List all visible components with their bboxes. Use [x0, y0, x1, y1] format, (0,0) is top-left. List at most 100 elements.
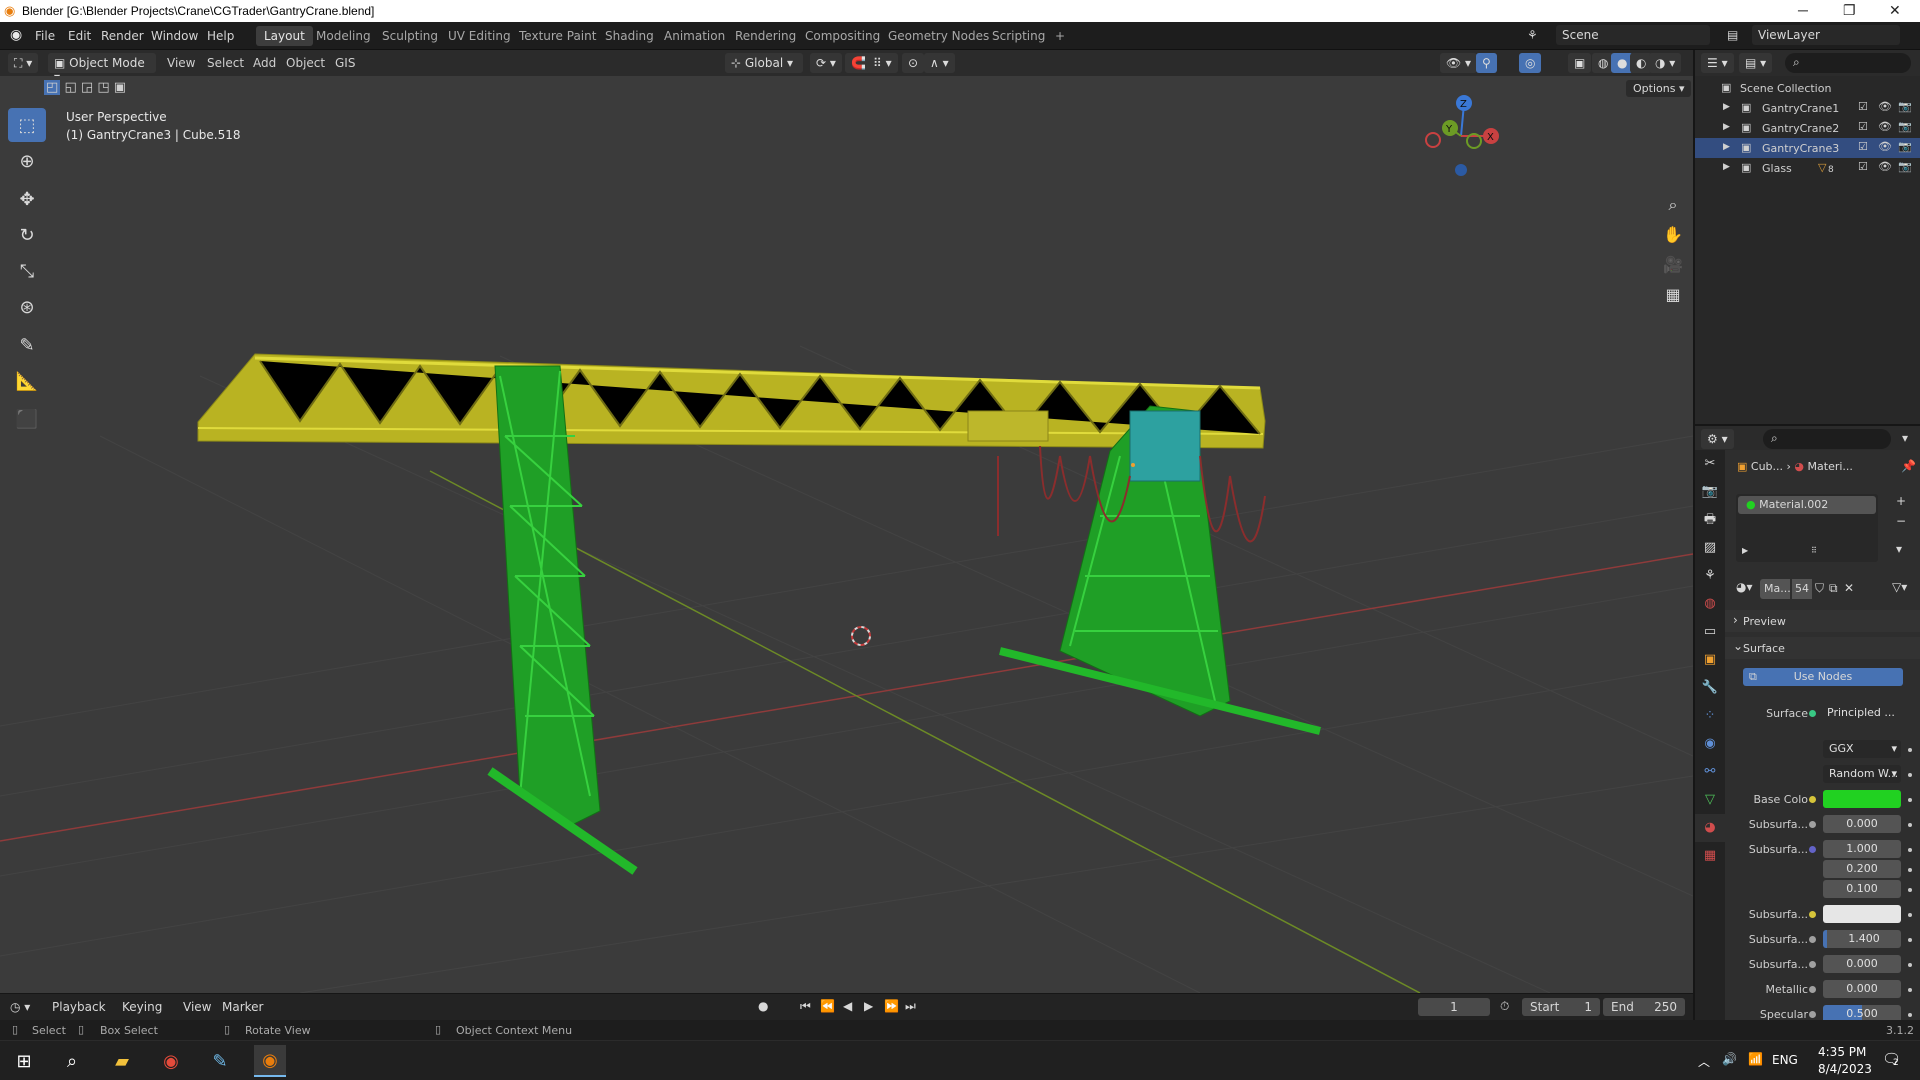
menu-help[interactable]: Help [207, 29, 234, 43]
pivot-point-icon[interactable]: ⟳ ▾ [810, 53, 842, 73]
pin-icon[interactable]: 📌 [1901, 459, 1916, 473]
select-invert-icon[interactable]: ◳ [97, 80, 109, 95]
camera-icon[interactable]: 📷 [1898, 160, 1912, 173]
outliner-row-glass[interactable]: ▶ ▣ Glass ▽ 8 ☑ 👁 📷 [1695, 158, 1920, 178]
outliner-editor-icon[interactable]: ☰ ▾ [1701, 53, 1734, 73]
menu-timeline-view[interactable]: View [183, 1000, 211, 1014]
preview-chevron-icon[interactable]: › [1733, 613, 1738, 627]
play-reverse-icon[interactable]: ◀ [843, 999, 852, 1013]
record-icon[interactable]: ● [758, 999, 768, 1013]
outliner-row-gantrycrane2[interactable]: ▶ ▣ GantryCrane2 ☑ 👁 📷 [1695, 118, 1920, 138]
remove-slot-button[interactable]: − [1896, 514, 1906, 528]
metallic-field[interactable]: 0.000 [1823, 980, 1901, 998]
chrome-icon[interactable]: ◉ [155, 1045, 187, 1077]
slot-specials-icon[interactable]: ▾ [1896, 542, 1902, 556]
fake-user-shield-icon[interactable]: ⛉ [1815, 581, 1824, 596]
select-box-tool-icon[interactable]: ⬚ [8, 108, 46, 142]
camera-view-icon[interactable]: 🎥 [1660, 252, 1686, 278]
surface-chevron-icon[interactable]: ⌄ [1733, 639, 1743, 653]
keyframe-dot-icon[interactable] [1908, 913, 1912, 917]
clock-date[interactable]: 8/4/2023 [1818, 1062, 1872, 1076]
ortho-grid-icon[interactable]: ▦ [1660, 282, 1686, 308]
menu-file[interactable]: File [35, 29, 55, 43]
tab-sculpting[interactable]: Sculpting [374, 26, 446, 46]
keyframe-dot-icon[interactable] [1908, 773, 1912, 777]
rendered-shading-icon[interactable]: ◑ ▾ [1649, 53, 1682, 73]
maximize-button[interactable]: ❐ [1843, 2, 1856, 19]
scene-field[interactable]: Scene [1556, 25, 1710, 45]
preview-panel-header[interactable]: › Preview [1725, 610, 1920, 632]
duplicate-material-icon[interactable]: ⧉ [1829, 581, 1838, 596]
windows-start-icon[interactable]: ⊞ [8, 1045, 40, 1077]
list-expand-icon[interactable]: ▶ [1742, 546, 1748, 555]
output-tab-icon[interactable]: 🖶 [1695, 506, 1725, 534]
subsurface-radius-y[interactable]: 0.200 [1823, 860, 1901, 878]
scale-tool-icon[interactable]: ⤡ [8, 254, 46, 288]
eye-icon[interactable]: 👁 [1878, 120, 1892, 133]
outliner-row-gantrycrane1[interactable]: ▶ ▣ GantryCrane1 ☑ 👁 📷 [1695, 98, 1920, 118]
eye-icon[interactable]: 👁 [1878, 140, 1892, 153]
material-tab-icon[interactable]: ◕ [1695, 814, 1725, 842]
keyframe-dot-icon[interactable] [1908, 888, 1912, 892]
keyframe-dot-icon[interactable] [1908, 1013, 1912, 1017]
expand-arrow-icon[interactable]: ▶ [1723, 142, 1730, 152]
tool-tab-icon[interactable]: ✂ [1695, 450, 1725, 478]
object-tab-icon[interactable]: ▣ [1695, 646, 1725, 674]
display-mode-icon[interactable]: ▤ ▾ [1739, 53, 1773, 73]
tab-animation[interactable]: Animation [656, 26, 733, 46]
menu-add[interactable]: Add [253, 56, 276, 70]
blender-menu-icon[interactable]: ◉ [10, 27, 22, 43]
tray-chevron-icon[interactable]: ︿ [1698, 1053, 1710, 1070]
menu-gis[interactable]: GIS [335, 56, 355, 70]
clock-time[interactable]: 4:35 PM [1818, 1045, 1866, 1059]
expand-arrow-icon[interactable]: ▶ [1723, 162, 1730, 172]
viewport-canvas[interactable] [0, 76, 1693, 993]
timeline-editor-icon[interactable]: ◷ ▾ [10, 1000, 30, 1014]
camera-icon[interactable]: 📷 [1898, 120, 1912, 133]
menu-window[interactable]: Window [151, 29, 198, 43]
keyframe-dot-icon[interactable] [1908, 963, 1912, 967]
menu-select[interactable]: Select [207, 56, 244, 70]
play-icon[interactable]: ▶ [864, 999, 873, 1013]
scene-tab-icon[interactable]: ⚘ [1695, 562, 1725, 590]
menu-render[interactable]: Render [101, 29, 144, 43]
visibility-icon[interactable]: 👁 ▾ [1440, 53, 1478, 73]
volume-icon[interactable]: 🔊 [1722, 1052, 1737, 1066]
current-frame-field[interactable]: 1 [1418, 998, 1490, 1016]
transform-tool-icon[interactable]: ⊛ [8, 290, 46, 324]
material-name-field[interactable]: Ma... [1760, 579, 1791, 599]
cursor-tool-icon[interactable]: ⊕ [8, 144, 46, 178]
eye-icon[interactable]: 👁 [1878, 100, 1892, 113]
eye-icon[interactable]: 👁 [1878, 160, 1892, 173]
add-workspace-button[interactable]: + [1047, 26, 1073, 46]
tab-scripting[interactable]: Scripting [984, 26, 1053, 46]
scene-collection-row[interactable]: ▣ Scene Collection [1695, 78, 1920, 98]
tab-compositing[interactable]: Compositing [797, 26, 888, 46]
keyframe-dot-icon[interactable] [1908, 938, 1912, 942]
clock-icon[interactable]: ⏱ [1500, 999, 1509, 1014]
select-extend-icon[interactable]: ◱ [64, 80, 76, 95]
camera-icon[interactable]: 📷 [1898, 140, 1912, 153]
checkbox-icon[interactable]: ☑ [1858, 120, 1868, 133]
list-resize-grip-icon[interactable]: ⠿ [1811, 546, 1817, 555]
pan-hand-icon[interactable]: ✋ [1660, 222, 1686, 248]
3d-viewport[interactable]: Z X Y [0, 76, 1693, 993]
unlink-material-icon[interactable]: ✕ [1844, 581, 1854, 595]
world-tab-icon[interactable]: ◍ [1695, 590, 1725, 618]
expand-arrow-icon[interactable]: ▶ [1723, 102, 1730, 112]
network-icon[interactable]: 📶 [1748, 1052, 1763, 1066]
modifier-tab-icon[interactable]: 🔧 [1695, 674, 1725, 702]
collection-tab-icon[interactable]: ▭ [1695, 618, 1725, 646]
menu-keying[interactable]: Keying [122, 1000, 162, 1014]
keyframe-dot-icon[interactable] [1908, 748, 1912, 752]
overlay-toggle-icon[interactable]: ◎ [1519, 53, 1542, 73]
subsurface-field[interactable]: 0.000 [1823, 815, 1901, 833]
paint-app-icon[interactable]: ✎ [204, 1045, 236, 1077]
menu-view[interactable]: View [167, 56, 195, 70]
checkbox-icon[interactable]: ☑ [1858, 140, 1868, 153]
language-indicator[interactable]: ENG [1772, 1053, 1798, 1067]
base-color-swatch[interactable] [1823, 790, 1901, 808]
gizmo-toggle-icon[interactable]: ⚲ [1476, 53, 1497, 73]
menu-playback[interactable]: Playback [52, 1000, 106, 1014]
subsurface-ior-field[interactable]: 1.400 [1823, 930, 1901, 948]
